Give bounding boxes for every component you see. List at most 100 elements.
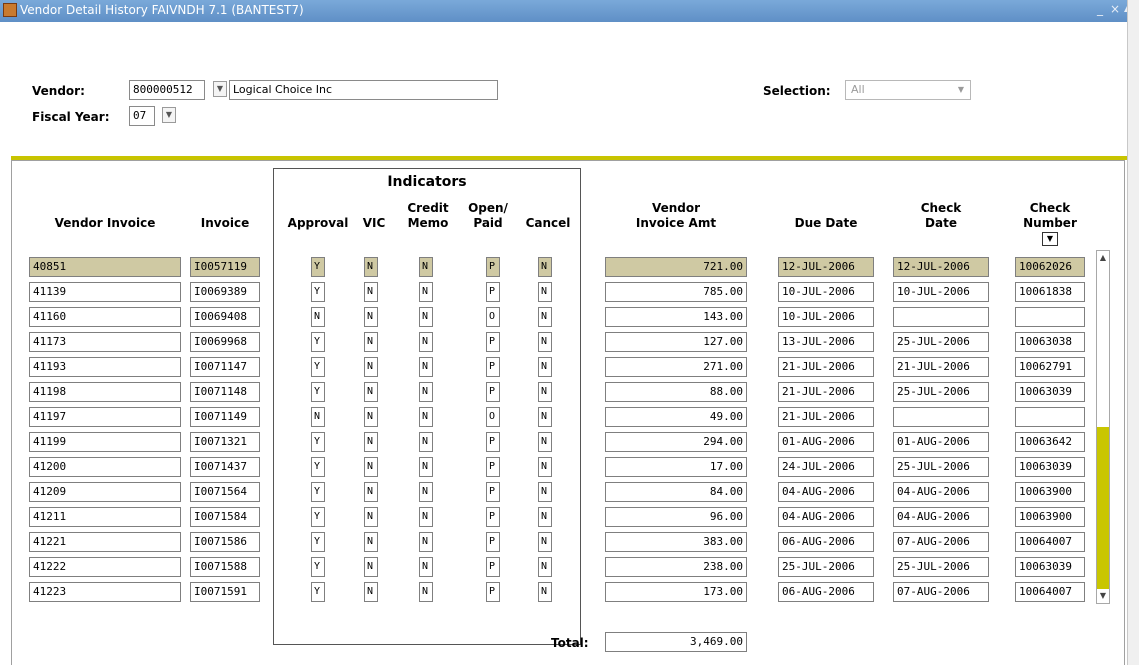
approval-cell[interactable]: Y (311, 257, 325, 277)
check-number-cell[interactable]: 10063642 (1015, 432, 1085, 452)
invoice-cell[interactable]: I0071149 (190, 407, 260, 427)
amount-cell[interactable]: 721.00 (605, 257, 747, 277)
window-scrollbar[interactable] (1127, 0, 1139, 665)
vendor-invoice-cell[interactable]: 41200 (29, 457, 181, 477)
cancel-cell[interactable]: N (538, 357, 552, 377)
credit-memo-cell[interactable]: N (419, 282, 433, 302)
open-paid-cell[interactable]: P (486, 257, 500, 277)
scroll-down-icon[interactable]: ▼ (1097, 589, 1109, 603)
vendor-invoice-cell[interactable]: 41209 (29, 482, 181, 502)
vendor-id-field[interactable]: 800000512 (129, 80, 205, 100)
approval-cell[interactable]: Y (311, 432, 325, 452)
open-paid-cell[interactable]: P (486, 357, 500, 377)
open-paid-cell[interactable]: P (486, 332, 500, 352)
cancel-cell[interactable]: N (538, 457, 552, 477)
cancel-cell[interactable]: N (538, 557, 552, 577)
due-date-cell[interactable]: 21-JUL-2006 (778, 407, 874, 427)
invoice-cell[interactable]: I0069389 (190, 282, 260, 302)
credit-memo-cell[interactable]: N (419, 407, 433, 427)
vic-cell[interactable]: N (364, 407, 378, 427)
due-date-cell[interactable]: 10-JUL-2006 (778, 282, 874, 302)
vic-cell[interactable]: N (364, 282, 378, 302)
minimize-button[interactable]: _ (1097, 2, 1103, 16)
amount-cell[interactable]: 17.00 (605, 457, 747, 477)
credit-memo-cell[interactable]: N (419, 382, 433, 402)
open-paid-cell[interactable]: P (486, 557, 500, 577)
due-date-cell[interactable]: 24-JUL-2006 (778, 457, 874, 477)
check-date-cell[interactable] (893, 407, 989, 427)
approval-cell[interactable]: Y (311, 332, 325, 352)
approval-cell[interactable]: N (311, 407, 325, 427)
check-date-cell[interactable]: 07-AUG-2006 (893, 532, 989, 552)
amount-cell[interactable]: 96.00 (605, 507, 747, 527)
credit-memo-cell[interactable]: N (419, 582, 433, 602)
cancel-cell[interactable]: N (538, 332, 552, 352)
amount-cell[interactable]: 785.00 (605, 282, 747, 302)
approval-cell[interactable]: Y (311, 482, 325, 502)
amount-cell[interactable]: 84.00 (605, 482, 747, 502)
open-paid-cell[interactable]: P (486, 532, 500, 552)
vendor-invoice-cell[interactable]: 41160 (29, 307, 181, 327)
check-date-cell[interactable] (893, 307, 989, 327)
check-date-cell[interactable]: 25-JUL-2006 (893, 557, 989, 577)
vic-cell[interactable]: N (364, 457, 378, 477)
vic-cell[interactable]: N (364, 532, 378, 552)
scrollbar-thumb[interactable] (1097, 427, 1109, 589)
table-scrollbar[interactable]: ▲ ▼ (1096, 250, 1110, 604)
invoice-cell[interactable]: I0071321 (190, 432, 260, 452)
scroll-up-icon[interactable]: ▲ (1097, 251, 1109, 265)
cancel-cell[interactable]: N (538, 257, 552, 277)
due-date-cell[interactable]: 06-AUG-2006 (778, 532, 874, 552)
check-date-cell[interactable]: 07-AUG-2006 (893, 582, 989, 602)
due-date-cell[interactable]: 12-JUL-2006 (778, 257, 874, 277)
cancel-cell[interactable]: N (538, 307, 552, 327)
open-paid-cell[interactable]: O (486, 307, 500, 327)
open-paid-cell[interactable]: O (486, 407, 500, 427)
vic-cell[interactable]: N (364, 432, 378, 452)
credit-memo-cell[interactable]: N (419, 532, 433, 552)
amount-cell[interactable]: 271.00 (605, 357, 747, 377)
check-number-cell[interactable]: 10063900 (1015, 482, 1085, 502)
vendor-invoice-cell[interactable]: 41221 (29, 532, 181, 552)
check-number-cell[interactable]: 10063900 (1015, 507, 1085, 527)
due-date-cell[interactable]: 01-AUG-2006 (778, 432, 874, 452)
approval-cell[interactable]: Y (311, 457, 325, 477)
due-date-cell[interactable]: 04-AUG-2006 (778, 482, 874, 502)
open-paid-cell[interactable]: P (486, 382, 500, 402)
cancel-cell[interactable]: N (538, 407, 552, 427)
due-date-cell[interactable]: 21-JUL-2006 (778, 382, 874, 402)
cancel-cell[interactable]: N (538, 432, 552, 452)
due-date-cell[interactable]: 13-JUL-2006 (778, 332, 874, 352)
open-paid-cell[interactable]: P (486, 432, 500, 452)
check-number-cell[interactable] (1015, 407, 1085, 427)
check-date-cell[interactable]: 21-JUL-2006 (893, 357, 989, 377)
check-date-cell[interactable]: 01-AUG-2006 (893, 432, 989, 452)
check-number-cell[interactable]: 10064007 (1015, 582, 1085, 602)
approval-cell[interactable]: Y (311, 532, 325, 552)
check-date-cell[interactable]: 25-JUL-2006 (893, 382, 989, 402)
invoice-cell[interactable]: I0071586 (190, 532, 260, 552)
credit-memo-cell[interactable]: N (419, 432, 433, 452)
close-button[interactable]: × (1110, 2, 1120, 16)
check-date-cell[interactable]: 04-AUG-2006 (893, 482, 989, 502)
amount-cell[interactable]: 294.00 (605, 432, 747, 452)
open-paid-cell[interactable]: P (486, 457, 500, 477)
check-number-cell[interactable]: 10063038 (1015, 332, 1085, 352)
check-date-cell[interactable]: 25-JUL-2006 (893, 457, 989, 477)
invoice-cell[interactable]: I0071591 (190, 582, 260, 602)
invoice-cell[interactable]: I0069968 (190, 332, 260, 352)
open-paid-cell[interactable]: P (486, 282, 500, 302)
cancel-cell[interactable]: N (538, 482, 552, 502)
vendor-lookup-button[interactable]: ▼ (213, 81, 227, 97)
invoice-cell[interactable]: I0071564 (190, 482, 260, 502)
cancel-cell[interactable]: N (538, 507, 552, 527)
check-date-cell[interactable]: 25-JUL-2006 (893, 332, 989, 352)
credit-memo-cell[interactable]: N (419, 557, 433, 577)
selection-dropdown[interactable]: All ▼ (845, 80, 971, 100)
open-paid-cell[interactable]: P (486, 482, 500, 502)
vendor-invoice-cell[interactable]: 41199 (29, 432, 181, 452)
due-date-cell[interactable]: 25-JUL-2006 (778, 557, 874, 577)
amount-cell[interactable]: 127.00 (605, 332, 747, 352)
vic-cell[interactable]: N (364, 557, 378, 577)
invoice-cell[interactable]: I0071437 (190, 457, 260, 477)
